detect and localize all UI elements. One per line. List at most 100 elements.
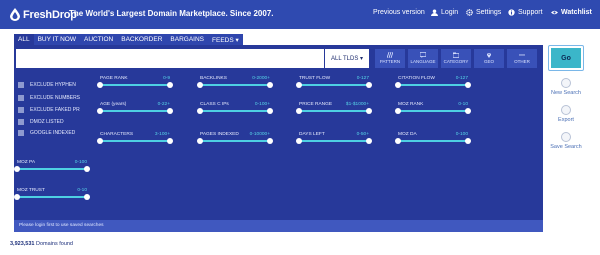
slider-label: CITATION FLOW (398, 76, 435, 81)
days-left-slider[interactable]: DAYS LEFT 0-50+ (296, 132, 372, 144)
slider-max-handle[interactable] (465, 108, 471, 114)
moz-trust-slider[interactable]: MOZ TRUST 0-10 (14, 188, 90, 200)
slider-max-handle[interactable] (84, 194, 90, 200)
category-filter-button[interactable]: CATEGORY (441, 49, 471, 68)
slider-min-handle[interactable] (197, 138, 203, 144)
slider-max-handle[interactable] (167, 82, 173, 88)
slider-label: PAGES INDEXED (200, 132, 239, 137)
pattern-filter-button[interactable]: PATTERN (375, 49, 405, 68)
age-slider[interactable]: AGE (years) 0-22+ (97, 102, 173, 114)
citation-flow-slider[interactable]: CITATION FLOW 0-127 (395, 76, 471, 88)
slider-range: 0-10 (77, 188, 87, 193)
results-count: 3,923,531 Domains found (10, 241, 73, 247)
other-filter-button[interactable]: OTHER (507, 49, 537, 68)
slider-max-handle[interactable] (366, 108, 372, 114)
slider-min-handle[interactable] (97, 82, 103, 88)
slider-range: 0-100 (74, 160, 87, 165)
login-link[interactable]: Login (431, 9, 458, 16)
price-range-slider[interactable]: PRICE RANGE $1-$1000+ (296, 102, 372, 114)
slider-min-handle[interactable] (395, 82, 401, 88)
slider-max-handle[interactable] (366, 82, 372, 88)
slider-range: 0-127 (455, 76, 468, 81)
checkbox-label: EXCLUDE FAKED PR (30, 107, 80, 113)
nav-label: Settings (476, 9, 502, 16)
domain-search-input[interactable] (16, 49, 324, 68)
support-link[interactable]: Support (508, 9, 543, 16)
slider-range: 0-2000+ (252, 76, 270, 81)
slider-max-handle[interactable] (465, 138, 471, 144)
checkbox-label: GOOGLE INDEXED (30, 130, 76, 136)
characters-slider[interactable]: CHARACTERS 3-100+ (97, 132, 173, 144)
moz-rank-slider[interactable]: MOZ RANK 0-10 (395, 102, 471, 114)
exclude-numbers-checkbox[interactable]: EXCLUDE NUMBERS (18, 95, 80, 101)
slider-range: 0-100 (455, 132, 468, 137)
results-number: 3,923,531 (10, 241, 35, 247)
slider-range: 0-50+ (356, 132, 369, 137)
slider-min-handle[interactable] (197, 108, 203, 114)
top-navbar: FreshDrop The World's Largest Domain Mar… (0, 0, 600, 29)
pages-indexed-slider[interactable]: PAGES INDEXED 0-10000+ (197, 132, 273, 144)
class-c-ips-slider[interactable]: CLASS C IPs 0-100+ (197, 102, 273, 114)
slider-min-handle[interactable] (395, 138, 401, 144)
slider-min-handle[interactable] (97, 138, 103, 144)
slider-max-handle[interactable] (167, 108, 173, 114)
slider-max-handle[interactable] (267, 108, 273, 114)
settings-link[interactable]: Settings (466, 9, 501, 16)
slider-range: 3-100+ (154, 132, 170, 137)
moz-pa-slider[interactable]: MOZ PA 0-100 (14, 160, 90, 172)
slider-track (299, 140, 369, 142)
slider-min-handle[interactable] (14, 194, 20, 200)
user-icon (431, 9, 438, 16)
slider-max-handle[interactable] (167, 138, 173, 144)
previous-version-link[interactable]: Previous version (373, 9, 425, 16)
slider-max-handle[interactable] (267, 82, 273, 88)
filter-label: GEO (483, 59, 494, 64)
tab-buy-it-now[interactable]: BUY IT NOW (33, 34, 80, 45)
tab-bargains[interactable]: BARGAINS (166, 34, 209, 45)
export-action[interactable]: Export (549, 105, 583, 123)
slider-max-handle[interactable] (267, 138, 273, 144)
slider-min-handle[interactable] (97, 108, 103, 114)
slider-min-handle[interactable] (296, 82, 302, 88)
save-search-action[interactable]: Save Search (549, 132, 583, 150)
page-rank-slider[interactable]: PAGE RANK 0-9 (97, 76, 173, 88)
dmoz-listed-checkbox[interactable]: DMOZ LISTED (18, 119, 64, 125)
google-indexed-checkbox[interactable]: GOOGLE INDEXED (18, 130, 75, 136)
backlinks-slider[interactable]: BACKLINKS 0-2000+ (197, 76, 273, 88)
exclude-faked-pr-checkbox[interactable]: EXCLUDE FAKED PR (18, 107, 80, 113)
tab-feeds[interactable]: FEEDS ▾ (208, 34, 243, 45)
slider-min-handle[interactable] (296, 108, 302, 114)
tld-dropdown[interactable]: ALL TLDS ▾ (325, 49, 369, 68)
tab-auction[interactable]: AUCTION (79, 34, 118, 45)
nav-label: Login (441, 9, 459, 16)
nav-label: Previous version (373, 9, 425, 16)
go-button[interactable]: Go (551, 48, 581, 68)
saved-search-login-note: Please login first to use saved searches (14, 220, 543, 232)
logo[interactable]: FreshDrop (10, 7, 77, 22)
new-search-action[interactable]: New Search (549, 78, 583, 96)
slider-min-handle[interactable] (296, 138, 302, 144)
tagline: The World's Largest Domain Marketplace. … (69, 9, 274, 18)
exclude-hyphen-checkbox[interactable]: EXCLUDE HYPHEN (18, 82, 76, 88)
slider-range: 0-127 (356, 76, 369, 81)
slider-max-handle[interactable] (84, 166, 90, 172)
trust-flow-slider[interactable]: TRUST FLOW 0-127 (296, 76, 372, 88)
action-label: Save Search (550, 144, 582, 150)
tab-all[interactable]: ALL (14, 34, 34, 45)
checkbox-label: EXCLUDE NUMBERS (30, 95, 81, 101)
filter-label: CATEGORY (443, 59, 469, 64)
slider-max-handle[interactable] (465, 82, 471, 88)
geo-filter-button[interactable]: GEO (474, 49, 504, 68)
slider-min-handle[interactable] (395, 108, 401, 114)
slider-label: TRUST FLOW (299, 76, 331, 81)
slider-max-handle[interactable] (366, 138, 372, 144)
new-search-icon (561, 78, 571, 88)
slider-min-handle[interactable] (14, 166, 20, 172)
slider-min-handle[interactable] (197, 82, 203, 88)
slider-label: MOZ RANK (398, 102, 424, 107)
more-dots-icon (519, 54, 525, 56)
watchlist-link[interactable]: Watchlist (551, 9, 592, 16)
tab-backorder[interactable]: BACKORDER (117, 34, 167, 45)
language-filter-button[interactable]: LANGUAGE (408, 49, 438, 68)
moz-da-slider[interactable]: MOZ DA 0-100 (395, 132, 471, 144)
